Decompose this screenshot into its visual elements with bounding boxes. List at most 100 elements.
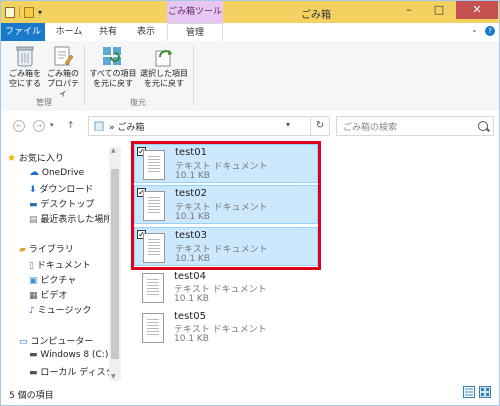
sidebar-item-documents[interactable]: ▯ ドキュメント — [29, 258, 91, 271]
maximize-button[interactable]: □ — [425, 1, 453, 19]
drive-icon: ▬ — [29, 368, 38, 378]
up-button[interactable]: ↑ — [67, 121, 75, 131]
videos-icon: ▦ — [29, 291, 38, 301]
drive-icon: ▬ — [29, 350, 38, 360]
scroll-up-icon[interactable]: ▲ — [111, 147, 116, 154]
ribbon: ごみ箱を 空にする ごみ箱の プロパティ 管理 すべての項目 を元に戻す 選択し… — [1, 41, 499, 112]
computer-icon: ▭ — [19, 337, 28, 347]
search-icon — [478, 121, 488, 131]
sidebar-item-label: OneDrive — [41, 168, 85, 178]
tab-share[interactable]: 共有 — [93, 23, 123, 41]
forward-button[interactable]: → — [33, 120, 45, 132]
chevron-down-icon[interactable]: ▾ — [286, 120, 290, 129]
title-bar: ▾ ごみ箱ツール ごみ箱 – □ ✕ — [1, 1, 499, 23]
sidebar-item-label: 最近表示した場所 — [40, 215, 113, 225]
ribbon-label-line1: ごみ箱を — [9, 69, 41, 78]
refresh-button[interactable]: ↻ — [311, 116, 330, 136]
sidebar-item-label: ドキュメント — [36, 261, 91, 271]
music-icon: ♪ — [29, 306, 35, 316]
window-title: ごみ箱 — [301, 10, 331, 21]
sidebar-item-favorites[interactable]: ★ お気に入り — [7, 151, 64, 164]
restore-all-icon — [101, 45, 125, 67]
sidebar-item-label: Windows 8 (C:) — [40, 350, 109, 360]
sidebar-item-label: ビデオ — [40, 291, 68, 301]
minimize-button[interactable]: – — [395, 1, 423, 19]
file-item[interactable]: test04 テキスト ドキュメント 10.1 KB — [134, 269, 318, 308]
large-icons-view-icon[interactable] — [479, 386, 491, 398]
ribbon-group-restore-label: 復元 — [130, 98, 146, 107]
ribbon-tabs: ファイル ホーム 共有 表示 管理 ⌄ ? — [1, 23, 499, 62]
text-document-icon — [142, 273, 164, 303]
chevron-down-icon[interactable]: ⌄ — [471, 25, 478, 34]
tab-home[interactable]: ホーム — [51, 23, 87, 41]
context-tab-label: ごみ箱ツール — [167, 1, 223, 23]
pictures-icon: ▣ — [29, 276, 38, 286]
ribbon-label-line2: プロパティ — [47, 79, 79, 98]
explorer-window: ▾ ごみ箱ツール ごみ箱 – □ ✕ ファイル ホーム 共有 表示 管理 ⌄ ?… — [0, 0, 500, 406]
ribbon-divider — [84, 45, 85, 105]
sidebar-item-library[interactable]: ▰ ライブラリ — [19, 242, 74, 255]
address-bar[interactable]: » ごみ箱 ▾ — [88, 116, 311, 136]
sidebar-item-pictures[interactable]: ▣ ピクチャ — [29, 273, 76, 286]
cloud-icon: ☁ — [29, 167, 39, 178]
ribbon-label-line1: 選択した項目 — [140, 69, 188, 78]
star-icon: ★ — [7, 153, 16, 164]
sidebar-item-music[interactable]: ♪ ミュージック — [29, 303, 91, 316]
sidebar-item-label: コンピューター — [30, 337, 94, 347]
address-path[interactable]: » ごみ箱 — [109, 120, 144, 133]
navigation-bar: ← → ▾ ↑ » ごみ箱 ▾ ↻ ごみ箱の検索 — [1, 111, 499, 141]
toolbar-divider — [19, 6, 20, 18]
recycle-bin-icon — [93, 121, 105, 132]
tab-view[interactable]: 表示 — [131, 23, 161, 41]
file-item[interactable]: test05 テキスト ドキュメント 10.1 KB — [134, 309, 318, 348]
tab-manage[interactable]: 管理 — [167, 23, 223, 41]
status-bar: 5 個の項目 — [1, 381, 499, 405]
ribbon-group-manage-label: 管理 — [36, 98, 52, 107]
recycle-bin-icon — [13, 45, 37, 67]
chevron-down-icon[interactable]: ▾ — [38, 8, 42, 17]
search-input[interactable]: ごみ箱の検索 — [336, 116, 494, 136]
ribbon-label-line2: 空にする — [8, 79, 42, 88]
scroll-down-icon[interactable]: ▼ — [111, 373, 116, 380]
selection-highlight-box — [131, 141, 321, 270]
sidebar-item-videos[interactable]: ▦ ビデオ — [29, 288, 67, 301]
help-icon[interactable]: ? — [485, 26, 495, 36]
restore-all-items-button[interactable]: すべての項目 を元に戻す — [87, 45, 139, 89]
details-view-icon[interactable] — [463, 386, 475, 398]
sidebar-item-downloads[interactable]: ⬇ ダウンロード — [29, 182, 93, 195]
ribbon-label-line1: ごみ箱の — [47, 69, 79, 78]
sidebar-item-label: ミュージック — [37, 306, 92, 316]
quick-access-toolbar: ▾ — [5, 5, 42, 19]
recycle-bin-properties-button[interactable]: ごみ箱の プロパティ — [45, 45, 81, 99]
desktop-icon: ▬ — [29, 200, 38, 210]
ribbon-label-line1: すべての項目 — [89, 69, 137, 78]
sidebar-item-recent[interactable]: ▤ 最近表示した場所 — [29, 212, 112, 225]
scrollbar-thumb[interactable] — [111, 169, 119, 359]
sidebar-item-label: ピクチャ — [40, 276, 77, 286]
search-placeholder: ごみ箱の検索 — [343, 123, 398, 133]
documents-icon: ▯ — [29, 261, 34, 271]
recent-locations-icon[interactable]: ▾ — [50, 121, 54, 129]
back-button[interactable]: ← — [13, 120, 25, 132]
sidebar-item-label: ダウンロード — [39, 185, 94, 195]
document-icon[interactable] — [5, 6, 15, 18]
ribbon-label-line2: を元に戻す — [144, 79, 184, 88]
sidebar-item-onedrive[interactable]: ☁ OneDrive — [29, 167, 84, 178]
close-button[interactable]: ✕ — [456, 1, 498, 19]
folder-icon[interactable] — [24, 6, 34, 18]
file-size: 10.1 KB — [174, 294, 209, 304]
ribbon-divider — [193, 45, 194, 105]
sidebar-item-computer[interactable]: ▭ コンピューター — [19, 334, 93, 347]
sidebar-item-label: ライブラリ — [28, 245, 74, 255]
file-size: 10.1 KB — [174, 334, 209, 344]
ribbon-label-line2: を元に戻す — [93, 79, 133, 88]
text-document-icon — [142, 313, 164, 343]
empty-recycle-bin-button[interactable]: ごみ箱を 空にする — [7, 45, 43, 89]
restore-selected-items-button[interactable]: 選択した項目 を元に戻す — [139, 45, 189, 89]
sidebar-item-label: お気に入り — [18, 154, 64, 164]
sidebar-item-windows8-drive[interactable]: ▬ Windows 8 (C:) — [29, 350, 108, 360]
library-icon: ▰ — [19, 245, 26, 255]
restore-selected-icon — [152, 45, 176, 67]
sidebar-item-desktop[interactable]: ▬ デスクトップ — [29, 197, 94, 210]
sidebar-item-label: デスクトップ — [40, 200, 95, 210]
